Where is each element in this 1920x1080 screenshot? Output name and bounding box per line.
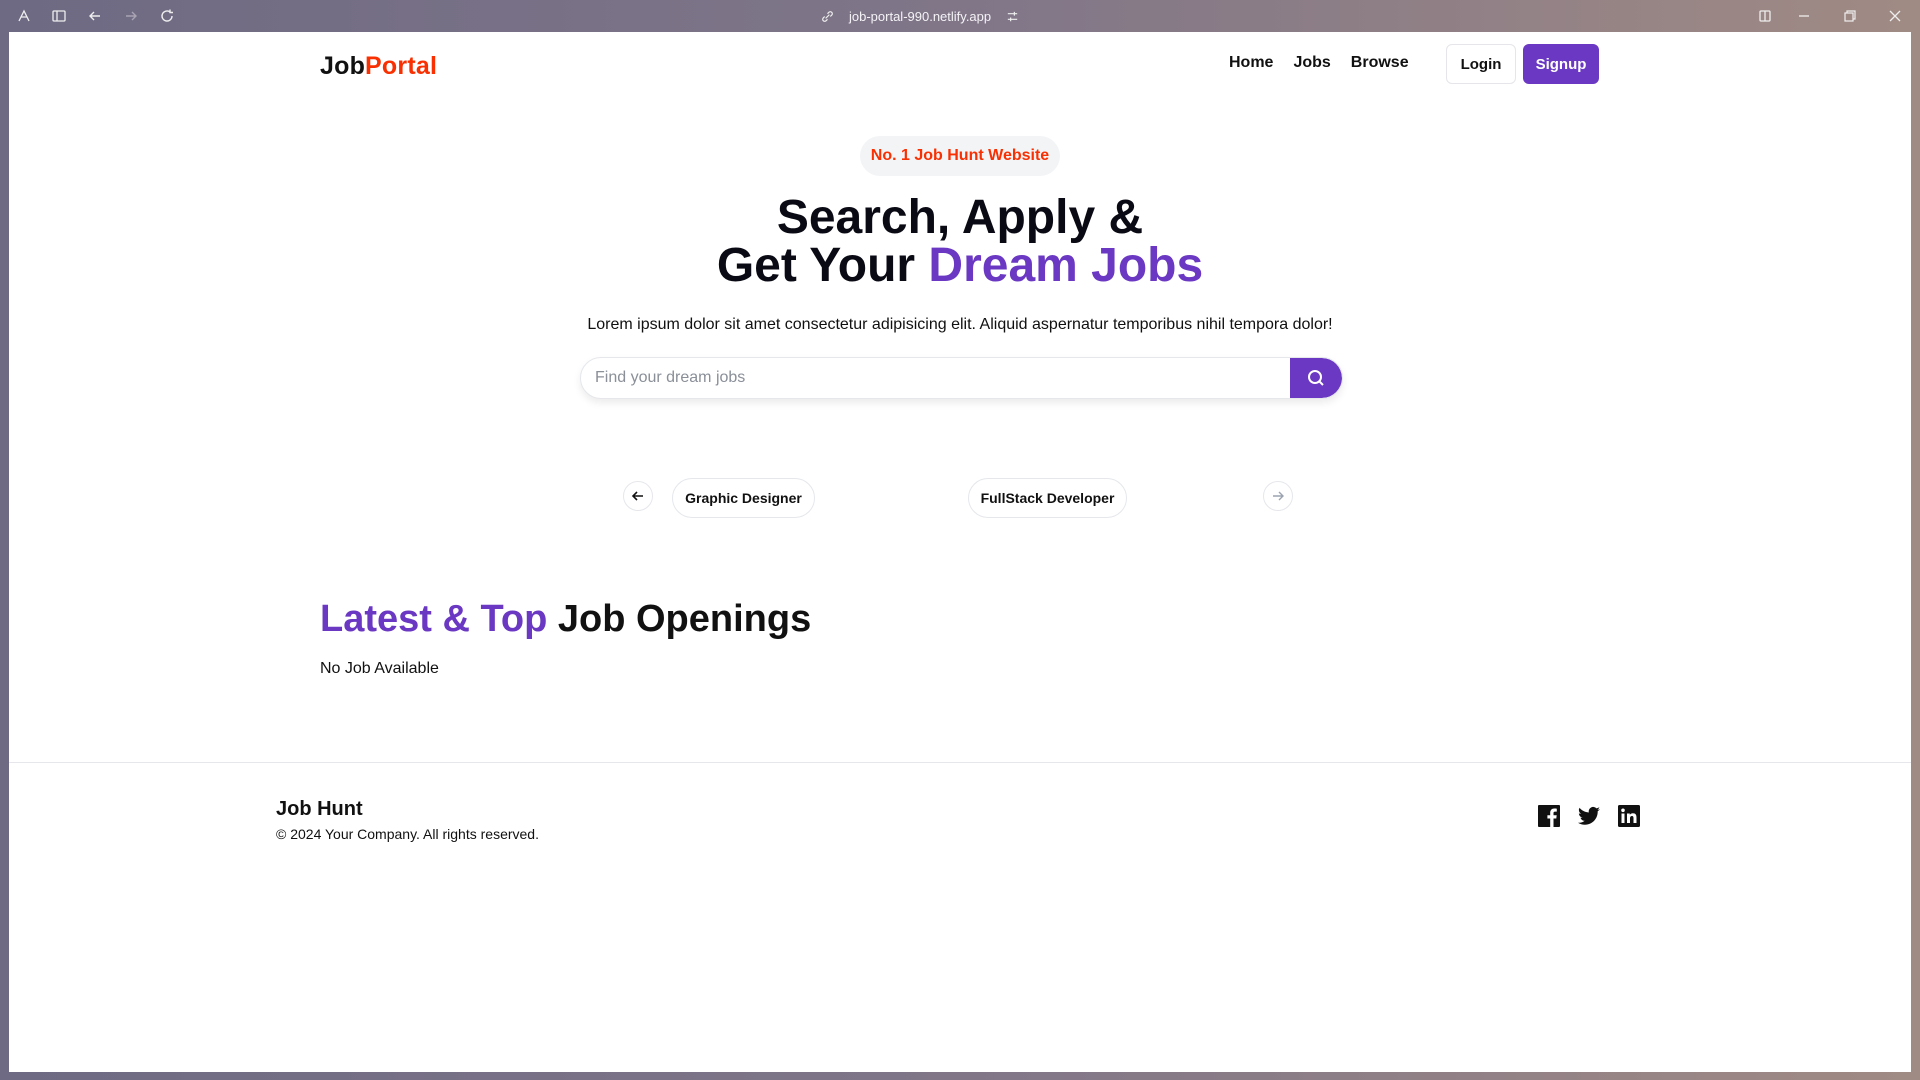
hero-title-line2: Get Your [716,239,929,292]
back-icon[interactable] [86,7,104,25]
link-icon [822,10,833,22]
social-links [1537,804,1641,828]
url-text[interactable]: job-portal-990.netlify.app [849,9,991,24]
nav-link-jobs[interactable]: Jobs [1293,54,1330,72]
browser-toolbar: job-portal-990.netlify.app [0,0,1920,32]
latest-heading-plain: Job Openings [547,598,812,640]
search-input[interactable] [581,358,1290,398]
category-chip-fullstack-developer[interactable]: FullStack Developer [968,478,1127,518]
hero-title-line1: Search, Apply & [776,191,1144,244]
arrow-left-icon [631,491,643,501]
footer-divider [9,762,1911,763]
latest-jobs-heading: Latest & Top Job Openings [320,598,811,641]
nav-link-browse[interactable]: Browse [1351,54,1409,72]
carousel-prev-button[interactable] [623,481,653,511]
carousel-next-button[interactable] [1263,481,1293,511]
linkedin-icon[interactable] [1617,804,1641,828]
sidebar-toggle-icon[interactable] [50,7,68,25]
nav-link-home[interactable]: Home [1229,54,1273,72]
search-icon [1308,370,1324,386]
forward-icon[interactable] [122,7,140,25]
page-viewport: JobPortal Home Jobs Browse Login Signup … [9,32,1911,1072]
signup-button[interactable]: Signup [1523,44,1599,84]
browser-menu-icon[interactable] [15,7,33,25]
hero-subtitle: Lorem ipsum dolor sit amet consectetur a… [587,316,1333,333]
login-button[interactable]: Login [1446,44,1516,84]
footer-brand: Job Hunt [276,798,363,820]
hero-title: Search, Apply & Get Your Dream Jobs [9,194,1911,290]
close-icon[interactable] [1886,7,1904,25]
footer-copyright: © 2024 Your Company. All rights reserved… [276,826,539,842]
arrow-right-icon [1273,491,1284,501]
latest-heading-accent: Latest & Top [320,598,548,640]
logo-main: Job [320,52,366,80]
site-settings-icon [1007,11,1018,21]
search-button[interactable] [1290,358,1342,398]
category-chip-graphic-designer[interactable]: Graphic Designer [672,478,815,518]
hero-badge: No. 1 Job Hunt Website [860,136,1060,176]
minimize-icon[interactable] [1795,7,1813,25]
nav-links: Home Jobs Browse [1229,54,1409,72]
no-job-message: No Job Available [320,660,439,677]
facebook-icon[interactable] [1537,804,1561,828]
restore-icon[interactable] [1841,7,1859,25]
twitter-icon[interactable] [1577,804,1601,828]
reload-icon[interactable] [158,7,176,25]
address-bar[interactable]: job-portal-990.netlify.app [820,7,1020,25]
split-view-icon[interactable] [1756,7,1774,25]
navbar: JobPortal Home Jobs Browse Login Signup [9,32,1911,97]
search-bar [580,357,1343,399]
hero-title-accent: Dream Jobs [928,239,1204,292]
site-logo[interactable]: JobPortal [320,52,437,81]
logo-accent: Portal [365,52,438,80]
